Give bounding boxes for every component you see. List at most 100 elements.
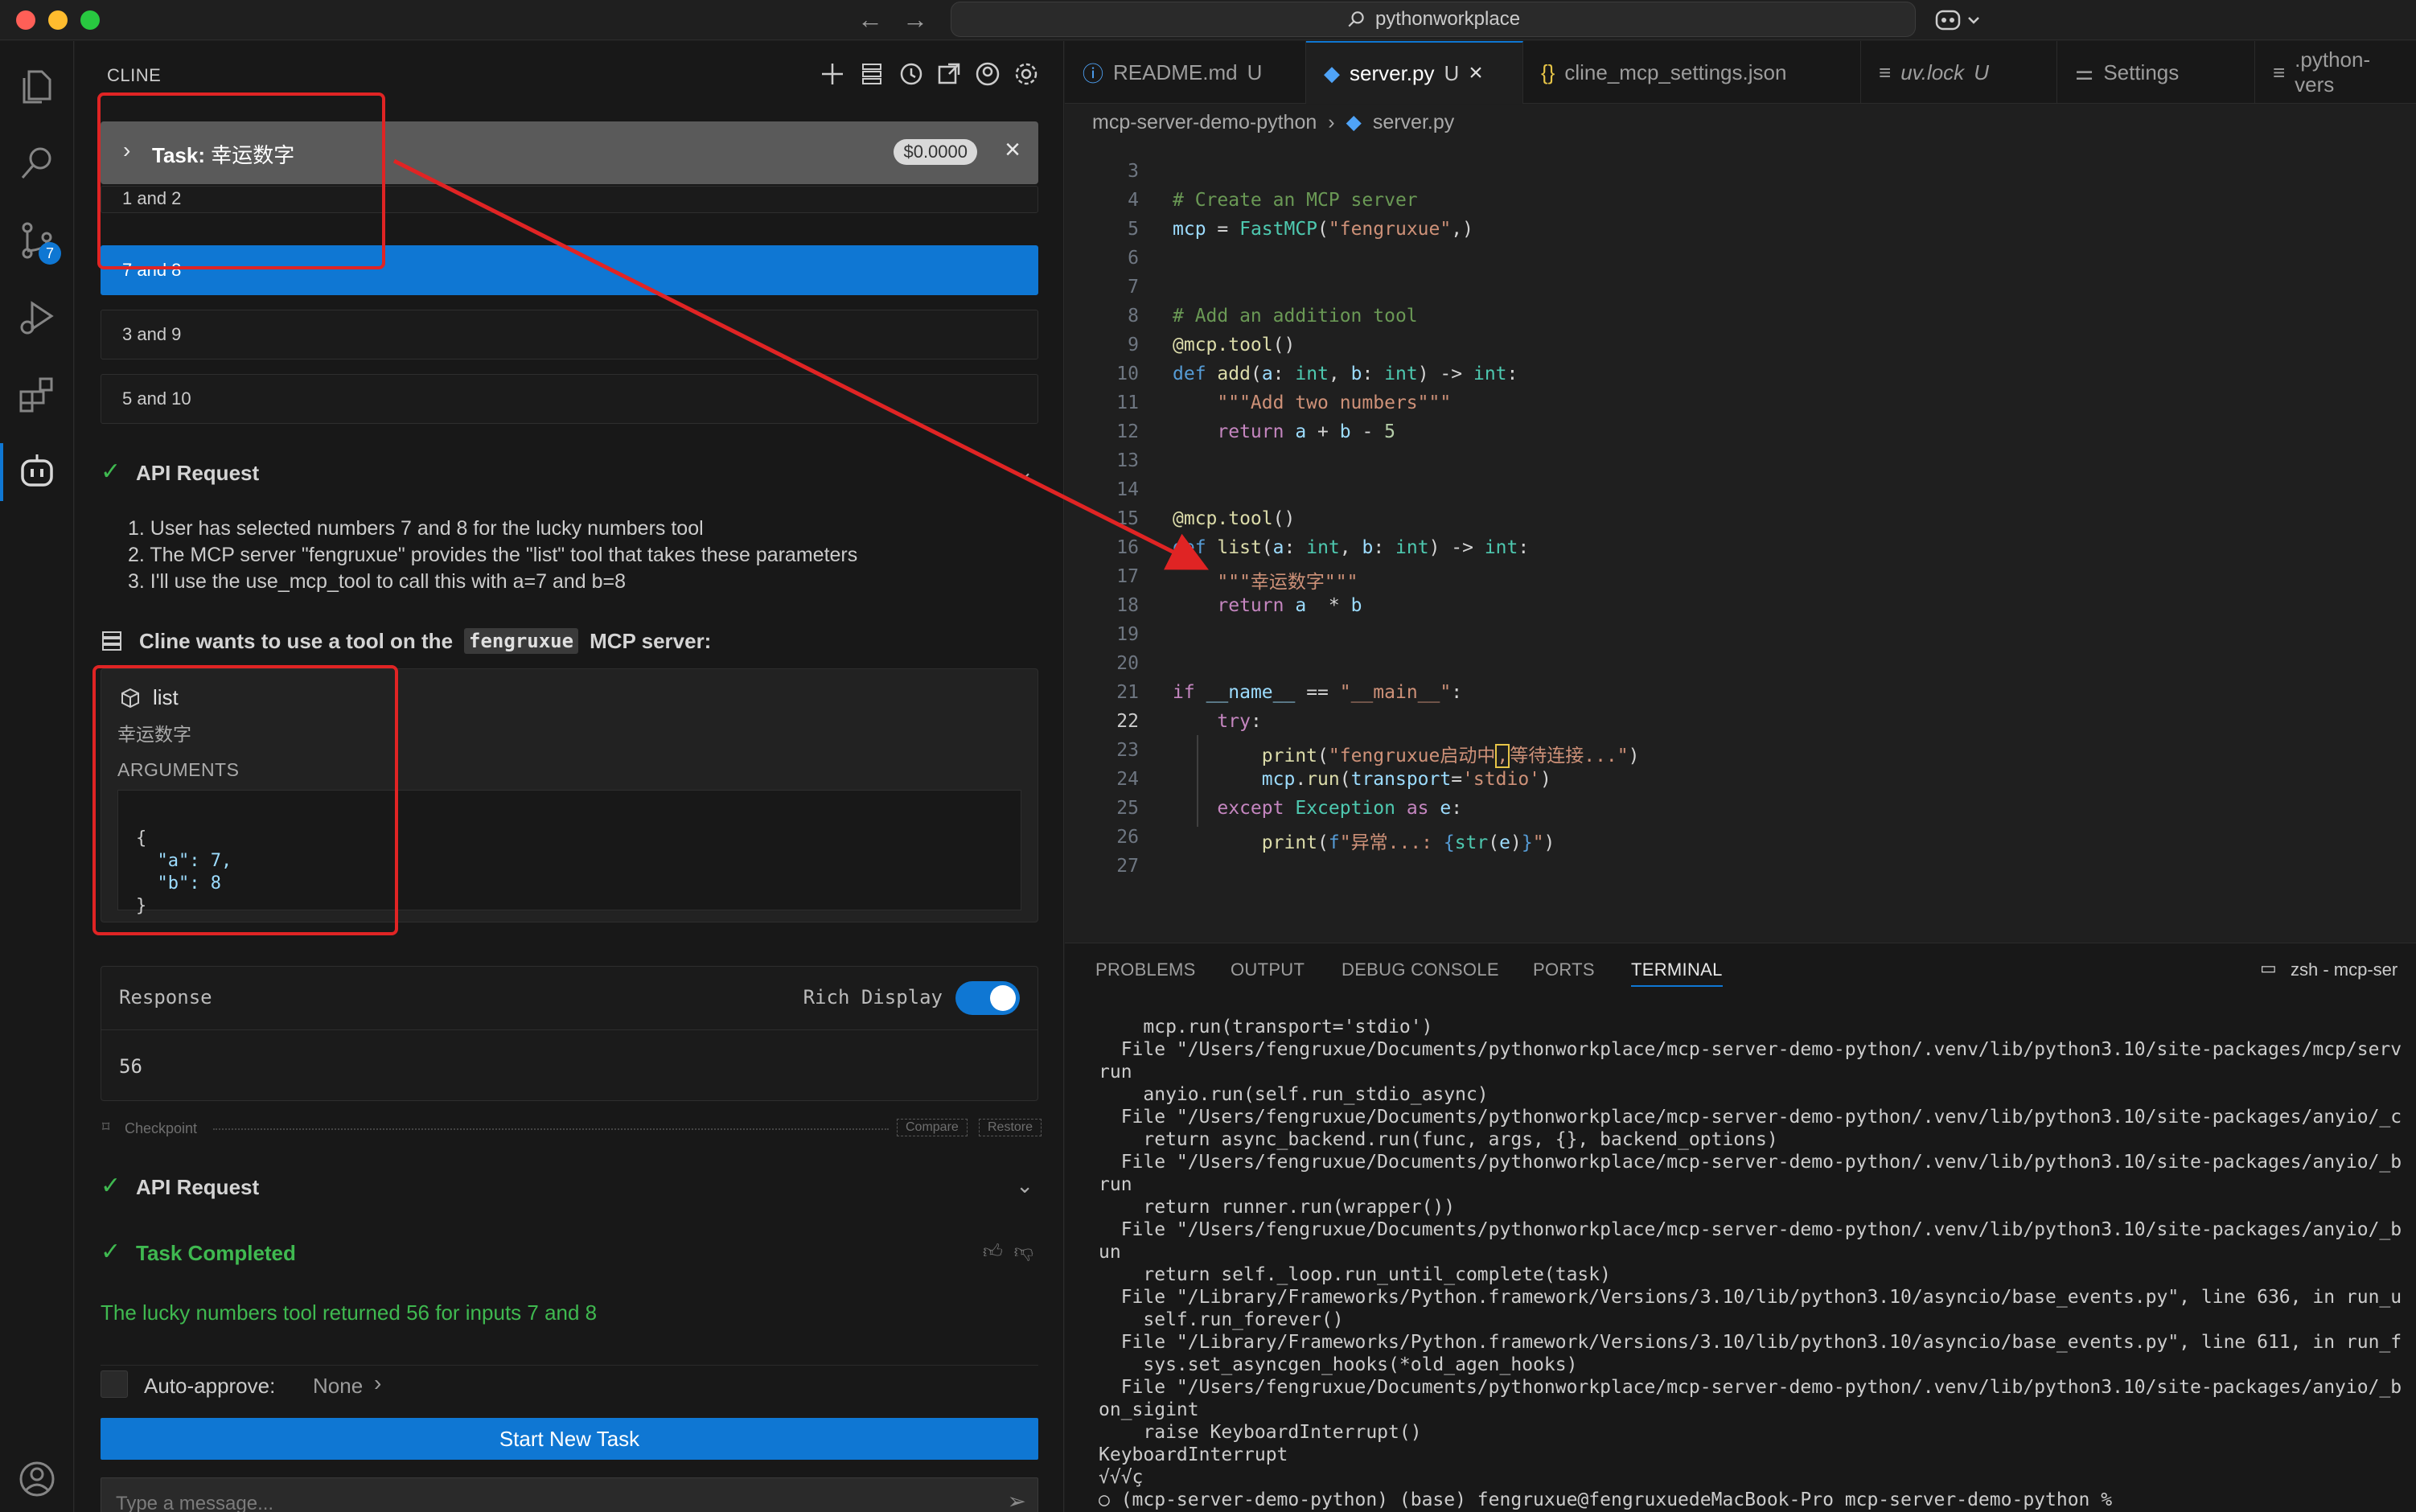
- thumbs-up-icon[interactable]: 👍︎: [983, 1241, 1003, 1263]
- mcp-servers-icon[interactable]: [858, 60, 885, 88]
- panel-tab-debug-console[interactable]: DEBUG CONSOLE: [1342, 959, 1499, 980]
- tab-python-version[interactable]: ≡ .python-vers: [2255, 41, 2416, 104]
- start-new-task-button[interactable]: Start New Task: [101, 1418, 1038, 1460]
- terminal-name[interactable]: zsh - mcp-ser: [2291, 959, 2398, 980]
- tab-settings[interactable]: ⚌ Settings: [2057, 41, 2255, 104]
- api-request-row[interactable]: ✓ API Request ⌄: [101, 458, 1038, 490]
- line-number: 12: [1116, 421, 1139, 442]
- python-icon: ◆: [1324, 60, 1340, 85]
- panel-tab-output[interactable]: OUTPUT: [1231, 959, 1305, 980]
- panel-tab-terminal[interactable]: TERMINAL: [1631, 959, 1723, 987]
- line-number: 4: [1128, 190, 1139, 211]
- response-label: Response: [119, 986, 212, 1009]
- tab-cline-mcp-settings[interactable]: {} cline_mcp_settings.json: [1523, 41, 1861, 104]
- terminal-line: return runner.run(wrapper()): [1099, 1197, 1456, 1218]
- breadcrumb-folder[interactable]: mcp-server-demo-python: [1092, 111, 1317, 134]
- forward-arrow-icon[interactable]: →: [902, 5, 928, 35]
- settings-icon: ⚌: [2075, 60, 2094, 84]
- chevron-right-icon: ›: [1328, 110, 1335, 134]
- cost-badge: $0.0000: [894, 139, 977, 165]
- send-icon[interactable]: ➢: [1008, 1488, 1026, 1512]
- back-arrow-icon[interactable]: ←: [857, 5, 883, 35]
- title-bar: ← → pythonworkplace: [0, 0, 2416, 40]
- line-number: 8: [1128, 306, 1139, 327]
- code-line: print(f"异常...: {str(e)}"): [1261, 832, 1555, 853]
- activity-bar: 7: [0, 41, 74, 1512]
- new-task-icon[interactable]: [819, 60, 846, 88]
- search-icon[interactable]: [16, 142, 58, 184]
- option-3-and-9[interactable]: 3 and 9: [101, 310, 1038, 360]
- auto-approve-value: None: [313, 1374, 364, 1398]
- check-icon: ✓: [101, 1173, 121, 1199]
- account-icon[interactable]: [16, 1458, 58, 1500]
- source-control-badge: 7: [39, 242, 61, 265]
- code-line: """Add two numbers""": [1217, 392, 1452, 413]
- code-editor[interactable]: 3 4 5 6 7 8 9 10 11 12 13 14 15 16 17 18 19 20 21 22 23 24 25 2…: [1065, 140, 2416, 944]
- checkpoint-label: Checkpoint: [125, 1120, 198, 1136]
- checkpoint-row: ⌑ Checkpoint Compare Restore: [101, 1117, 1042, 1141]
- terminal-line: √√√ç: [1099, 1467, 1144, 1488]
- terminal-line: anyio.run(self.run_stdio_async): [1099, 1084, 1489, 1105]
- option-5-and-10[interactable]: 5 and 10: [101, 374, 1038, 424]
- terminal-line: File "/Library/Frameworks/Python.framewo…: [1099, 1287, 2402, 1308]
- chevron-down-icon[interactable]: ⌄: [1016, 1173, 1033, 1198]
- restore-button[interactable]: Restore: [979, 1119, 1042, 1136]
- step-item: 2. The MCP server "fengruxue" provides t…: [128, 544, 858, 566]
- tab-close-icon[interactable]: ×: [1469, 60, 1483, 87]
- cline-icon[interactable]: [16, 451, 58, 493]
- auto-approve-checkbox[interactable]: [101, 1370, 128, 1398]
- tab-server-py[interactable]: ◆ server.py U ×: [1306, 41, 1523, 104]
- line-number: 17: [1116, 566, 1139, 587]
- api-request-row-2[interactable]: ✓ API Request ⌄: [101, 1172, 1038, 1204]
- rich-display-toggle[interactable]: [955, 981, 1020, 1015]
- line-number: 5: [1128, 219, 1139, 240]
- popout-icon[interactable]: [935, 60, 963, 88]
- command-center-text: pythonworkplace: [1374, 8, 1521, 30]
- terminal-output[interactable]: mcp.run(transport='stdio') File "/Users/…: [1099, 1016, 2410, 1511]
- server-icon: [102, 631, 121, 651]
- minimize-window-button[interactable]: [48, 10, 68, 30]
- panel-tab-ports[interactable]: PORTS: [1533, 959, 1595, 980]
- code-line: return a * b: [1217, 595, 1362, 616]
- terminal-line: return self._loop.run_until_complete(tas…: [1099, 1264, 1611, 1285]
- editor-tabs: ⓘ README.md U ◆ server.py U × {} cline_m…: [1065, 41, 2416, 104]
- cline-sidebar: CLINE 1 and 2 7 and 8 3 and 9 5 and 10 ›…: [75, 41, 1064, 1512]
- code-line: except Exception as e:: [1217, 798, 1463, 819]
- chevron-right-icon: ›: [374, 1370, 382, 1395]
- step-item: 3. I'll use the use_mcp_tool to call thi…: [128, 570, 627, 593]
- close-icon[interactable]: ×: [1005, 134, 1021, 166]
- extensions-icon[interactable]: [16, 374, 58, 416]
- history-icon[interactable]: [897, 60, 924, 88]
- run-debug-icon[interactable]: [16, 297, 58, 339]
- terminal-line: on_sigint: [1099, 1399, 1199, 1420]
- settings-gear-icon[interactable]: [1013, 60, 1040, 88]
- panel-tab-problems[interactable]: PROBLEMS: [1095, 959, 1196, 980]
- api-request-label: API Request: [136, 1175, 260, 1199]
- response-card: Response Rich Display 56: [101, 966, 1038, 1101]
- maximize-window-button[interactable]: [80, 10, 100, 30]
- source-control-icon[interactable]: 7: [16, 220, 61, 265]
- line-number: 27: [1116, 856, 1139, 877]
- auto-approve-row[interactable]: Auto-approve: None ›: [101, 1365, 1038, 1398]
- line-number: 13: [1116, 450, 1139, 471]
- terminal-line: File "/Users/fengruxue/Documents/pythonw…: [1099, 1219, 2402, 1240]
- close-window-button[interactable]: [16, 10, 35, 30]
- chevron-down-icon[interactable]: ⌄: [1016, 459, 1033, 484]
- message-input[interactable]: Type a message... ➢: [101, 1477, 1038, 1512]
- breadcrumb-file[interactable]: server.py: [1373, 111, 1454, 134]
- check-icon: ✓: [101, 458, 121, 485]
- line-number: 15: [1116, 508, 1139, 529]
- line-number: 24: [1116, 769, 1139, 790]
- line-number: 14: [1116, 479, 1139, 500]
- command-center-search[interactable]: pythonworkplace: [951, 2, 1916, 37]
- account-circle-icon[interactable]: [974, 60, 1001, 88]
- tab-uv-lock[interactable]: ≡ uv.lock U: [1861, 41, 2057, 104]
- compare-button[interactable]: Compare: [897, 1119, 968, 1136]
- line-number: 7: [1128, 277, 1139, 298]
- result-text: The lucky numbers tool returned 56 for i…: [101, 1300, 598, 1325]
- explorer-icon[interactable]: [16, 65, 58, 107]
- thumbs-down-icon[interactable]: 👎︎: [1014, 1241, 1033, 1263]
- copilot-icon[interactable]: [1933, 6, 1990, 34]
- reasoning-steps: 1. User has selected numbers 7 and 8 for…: [128, 516, 857, 595]
- tab-readme[interactable]: ⓘ README.md U: [1065, 41, 1306, 104]
